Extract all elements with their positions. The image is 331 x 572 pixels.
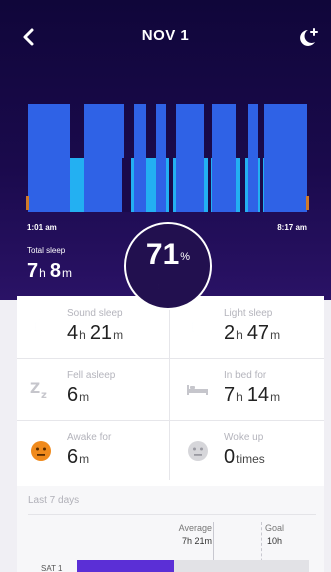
sound-sleep-block (264, 104, 307, 212)
light-sleep-stat[interactable]: Light sleep 2h 47m (174, 296, 324, 356)
light-hours-unit: h (236, 328, 243, 342)
sound-sleep-block (28, 104, 70, 212)
sound-sleep-block (248, 104, 258, 212)
awake-gap (240, 158, 245, 212)
light-minutes: 47 (246, 322, 270, 344)
light-minutes-unit: m (270, 328, 281, 342)
inbed-hours-unit: h (236, 390, 243, 404)
fell-minutes-unit: m (79, 390, 90, 404)
total-sleep-label: Total sleep (27, 246, 66, 255)
total-hours-unit: h (39, 266, 46, 280)
light-sleep-label: Light sleep (224, 308, 273, 319)
sleep-stats-panel: Sound sleep 4h 21m Light sleep 2h 47m Z z … (17, 296, 324, 486)
awake-minutes: 6 (67, 446, 79, 468)
sound-sleep-block (156, 104, 166, 212)
svg-text:Z: Z (30, 381, 40, 397)
last-7-days-section: Last 7 days Average 7h 21m Goal 10h SAT … (17, 486, 324, 572)
woke-up-label: Woke up (224, 432, 264, 443)
in-bed-label: In bed for (224, 370, 267, 381)
awake-face-icon (31, 441, 51, 461)
awake-minutes-unit: m (79, 452, 90, 466)
sound-sleep-stat[interactable]: Sound sleep 4h 21m (17, 296, 167, 356)
sound-sleep-block (176, 104, 204, 212)
date-title: NOV 1 (141, 27, 190, 44)
moon-icon (158, 275, 171, 301)
woke-up-value: 0times (224, 446, 269, 469)
sound-hours: 4 (67, 322, 79, 344)
moon-icon (34, 318, 44, 336)
moon-plus-icon[interactable] (295, 26, 319, 50)
total-hours: 7 (27, 260, 39, 282)
in-bed-value: 7h 14m (224, 384, 284, 407)
svg-text:z: z (41, 390, 47, 401)
day-sleep-bar[interactable] (77, 560, 174, 572)
stats-divider (169, 302, 170, 480)
sound-sleep-block (212, 104, 236, 212)
woke-count-unit: times (236, 452, 265, 466)
graph-end-marker (306, 196, 309, 210)
zz-icon: Z z (30, 381, 47, 401)
average-label: Average (178, 523, 212, 533)
sound-sleep-block (134, 104, 146, 212)
fell-asleep-value: 6m (67, 384, 93, 407)
sleep-graph (28, 104, 307, 212)
woke-up-stat[interactable]: Woke up 0times (174, 420, 324, 480)
goal-label: Goal (265, 523, 285, 533)
light-hours: 2 (224, 322, 236, 344)
total-sleep-value: 7h 8m (27, 260, 76, 283)
inbed-minutes-unit: m (270, 390, 281, 404)
fell-asleep-label: Fell asleep (67, 370, 116, 381)
nav-bar: NOV 1 (0, 0, 331, 70)
sleep-score-ring[interactable]: 71% (124, 222, 212, 310)
sleep-detail-screen: NOV 1 1:01 am 8:17 am Total sleep 7h 8m S… (0, 0, 331, 572)
awake-gap (122, 158, 131, 212)
sleep-start-time: 1:01 am (27, 223, 57, 232)
sound-sleep-label: Sound sleep (67, 308, 123, 319)
graph-start-marker (26, 196, 29, 210)
awake-stat[interactable]: Awake for 6m (17, 420, 167, 480)
sound-hours-unit: h (79, 328, 86, 342)
in-bed-stat[interactable]: In bed for 7h 14m (174, 358, 324, 418)
average-value: 7h 21m (181, 536, 212, 546)
score-value: 71 (145, 238, 180, 271)
bed-icon (187, 385, 208, 395)
fell-minutes: 6 (67, 384, 79, 406)
last-7-days-label: Last 7 days (28, 495, 80, 506)
light-sleep-value: 2h 47m (224, 322, 284, 345)
week-divider (28, 514, 316, 515)
sleep-score: 71% (126, 238, 210, 272)
awake-label: Awake for (67, 432, 112, 443)
day-label: SAT 1 (41, 564, 63, 572)
awake-gap (260, 158, 263, 212)
awake-value: 6m (67, 446, 93, 469)
sound-sleep-value: 4h 21m (67, 322, 127, 345)
inbed-minutes: 14 (246, 384, 270, 406)
total-minutes: 8 (49, 260, 61, 282)
score-unit: % (180, 251, 191, 263)
awake-gap (169, 158, 173, 212)
sound-minutes: 21 (89, 322, 113, 344)
awake-gap (208, 158, 211, 212)
sound-minutes-unit: m (113, 328, 124, 342)
sleep-end-time: 8:17 am (277, 223, 307, 232)
sound-sleep-block (84, 104, 124, 212)
fell-asleep-stat[interactable]: Z z Fell asleep 6m (17, 358, 167, 418)
goal-value: 10h (267, 536, 283, 546)
woke-count: 0 (224, 446, 236, 468)
inbed-hours: 7 (224, 384, 236, 406)
neutral-face-icon (188, 441, 208, 461)
total-minutes-unit: m (61, 266, 72, 280)
moon-icon (191, 318, 201, 336)
